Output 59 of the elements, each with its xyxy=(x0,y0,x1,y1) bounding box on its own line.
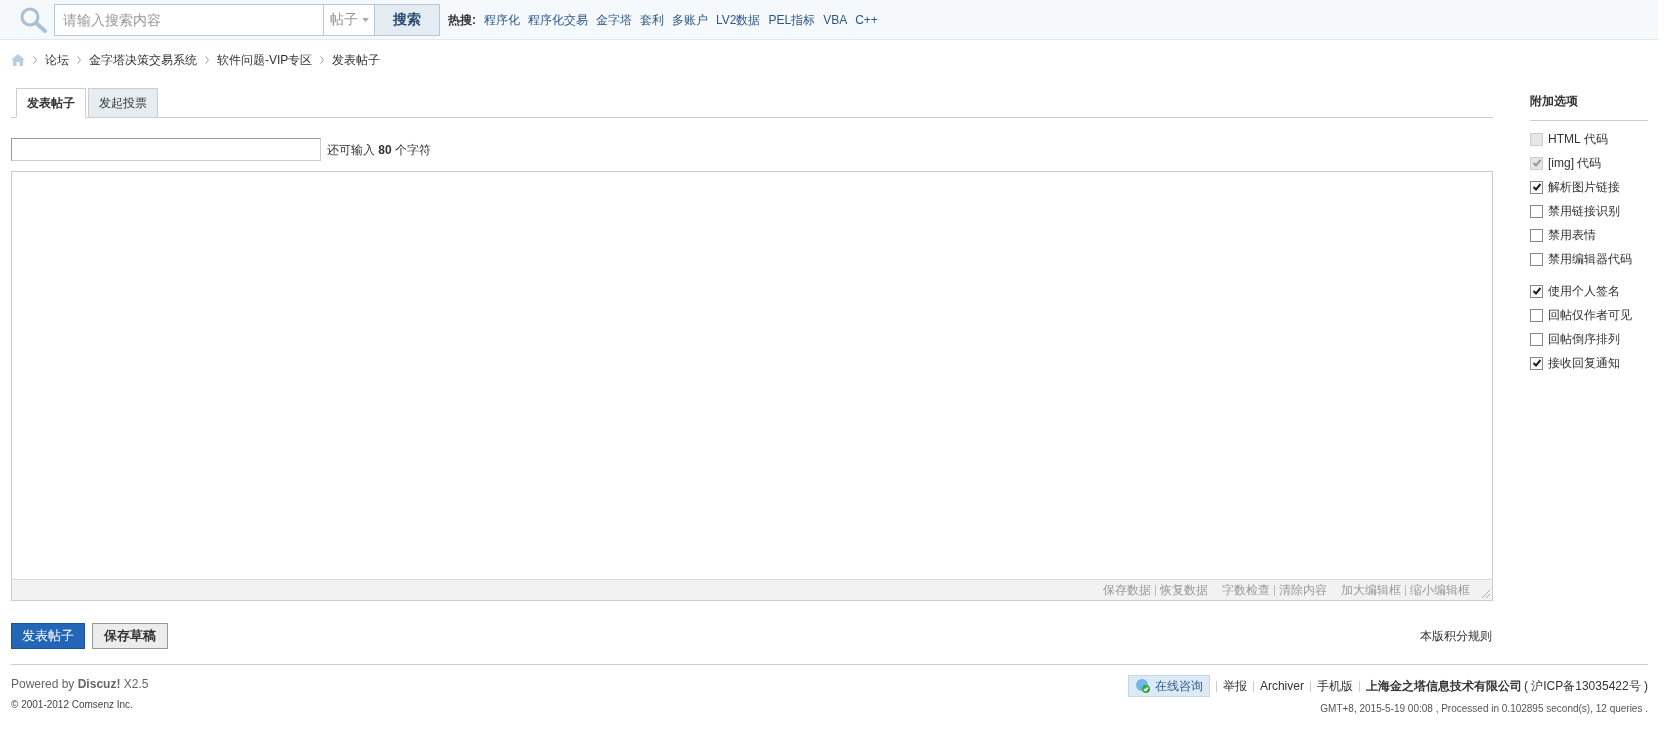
company-link[interactable]: 上海金之塔信息技术有限公司 xyxy=(1365,677,1522,695)
chevron-icon xyxy=(77,56,81,64)
option-label: 回帖仅作者可见 xyxy=(1548,307,1632,324)
search-button[interactable]: 搜索 xyxy=(374,3,440,36)
hot-link[interactable]: LV2数据 xyxy=(716,10,761,29)
hot-link[interactable]: 程序化 xyxy=(484,10,520,29)
save-draft-button[interactable]: 保存草稿 xyxy=(92,623,168,649)
chevron-icon xyxy=(33,56,37,64)
option-label: 禁用编辑器代码 xyxy=(1548,251,1632,268)
chevron-icon xyxy=(320,56,325,64)
checkbox[interactable] xyxy=(1530,356,1543,370)
char-count-hint: 还可输入 80 个字符 xyxy=(327,141,432,159)
option-label: 回帖倒序排列 xyxy=(1548,331,1620,348)
option-label: 使用个人签名 xyxy=(1548,283,1620,300)
tab[interactable]: 发表帖子 xyxy=(16,88,86,118)
hot-label: 热搜: xyxy=(448,11,476,29)
hot-link[interactable]: 程序化交易 xyxy=(528,10,588,29)
copyright-text: © 2001-2012 Comsenz Inc. xyxy=(11,698,134,712)
breadcrumb-link[interactable]: 发表帖子 xyxy=(332,51,381,69)
checkbox[interactable] xyxy=(1530,332,1543,346)
breadcrumb-link[interactable]: 金字塔决策交易系统 xyxy=(89,51,197,69)
option-label: HTML 代码 xyxy=(1548,131,1608,148)
hot-link[interactable]: 套利 xyxy=(640,10,664,29)
hot-link[interactable]: 多账户 xyxy=(672,10,708,29)
breadcrumb-link[interactable]: 软件问题-VIP专区 xyxy=(217,51,313,69)
footer-link[interactable]: Archiver xyxy=(1259,677,1304,695)
option-label: 解析图片链接 xyxy=(1548,179,1620,196)
option-label: 禁用表情 xyxy=(1548,227,1596,244)
hot-link[interactable]: 金字塔 xyxy=(596,10,632,29)
hot-link[interactable]: VBA xyxy=(823,10,848,29)
checkbox[interactable] xyxy=(1530,252,1543,266)
chat-icon xyxy=(1134,678,1151,694)
caret-icon xyxy=(361,17,369,22)
submit-button[interactable]: 发表帖子 xyxy=(11,623,85,649)
online-consult-button[interactable]: 在线咨询 xyxy=(1127,675,1210,697)
checkbox[interactable] xyxy=(1530,228,1543,242)
title-input[interactable] xyxy=(11,138,321,161)
checkbox[interactable] xyxy=(1530,204,1543,218)
chevron-icon xyxy=(205,56,209,64)
options-title: 附加选项 xyxy=(1530,93,1579,110)
checkbox[interactable] xyxy=(1530,308,1543,322)
rules-link[interactable]: 本版积分规则 xyxy=(1420,627,1493,645)
hot-link[interactable]: C++ xyxy=(855,10,878,29)
option-label: [img] 代码 xyxy=(1548,155,1602,172)
icp-text: ( 沪ICP备13035422号 ) xyxy=(1523,678,1648,695)
search-field[interactable]: 请输入搜索内容 xyxy=(54,3,324,36)
powered-by-text: Powered by Discuz! X2.5 xyxy=(11,676,149,693)
tab[interactable]: 发起投票 xyxy=(88,88,158,118)
footer-link[interactable]: 手机版 xyxy=(1316,677,1353,695)
resize-handle-icon[interactable] xyxy=(1480,588,1490,598)
hot-link[interactable]: PEL指标 xyxy=(768,10,816,29)
stats-text: GMT+8, 2015-5-19 00:08 , Processed in 0.102895 second(s), 12 queries . xyxy=(1320,702,1648,716)
breadcrumb-link[interactable]: 论坛 xyxy=(45,51,69,69)
checkbox[interactable] xyxy=(1530,180,1543,194)
footer-link[interactable]: 举报 xyxy=(1222,677,1247,695)
option-label: 禁用链接识别 xyxy=(1548,203,1620,220)
checkbox[interactable] xyxy=(1530,284,1543,298)
option-label: 接收回复通知 xyxy=(1548,355,1620,372)
search-icon xyxy=(18,5,50,34)
